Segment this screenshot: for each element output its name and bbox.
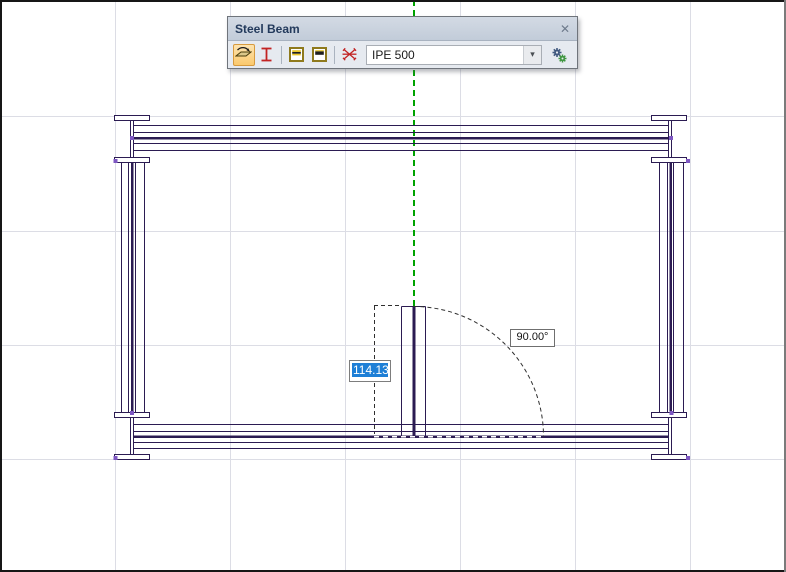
chevron-down-icon[interactable]: ▾ (523, 46, 541, 64)
split-beam-button[interactable] (339, 44, 361, 66)
new-beam-preview[interactable] (402, 307, 426, 439)
i-beam-icon (258, 46, 275, 63)
draw-beam-button[interactable] (233, 44, 255, 66)
angle-arc (414, 307, 544, 437)
profile-value: IPE 500 (367, 48, 523, 62)
beam-draw-icon (235, 46, 252, 63)
steel-beam-toolbar: Steel Beam ✕ (227, 16, 578, 69)
justify-frame-button[interactable] (309, 44, 331, 66)
close-icon[interactable]: ✕ (560, 23, 570, 35)
steel-beam-right[interactable] (660, 163, 684, 413)
toolbar-separator (281, 46, 282, 64)
steel-beam-top[interactable] (133, 126, 669, 151)
gears-icon (549, 46, 569, 64)
grid-lines (2, 2, 784, 570)
settings-button[interactable] (548, 44, 570, 66)
split-icon (341, 46, 358, 63)
drawing-canvas[interactable] (0, 0, 786, 572)
justify-top-icon (288, 46, 305, 63)
justify-top-button[interactable] (286, 44, 308, 66)
toolbar-title: Steel Beam (235, 22, 300, 36)
beam-section-button[interactable] (256, 44, 278, 66)
angle-label[interactable]: 90.00° (510, 329, 555, 347)
window-border-left (0, 0, 2, 572)
dimension-input[interactable]: 114.13 (349, 360, 391, 382)
toolbar-body: IPE 500 ▾ (228, 41, 577, 68)
justify-frame-icon (311, 46, 328, 63)
window-border-top (0, 0, 786, 2)
construction-lines (374, 306, 544, 437)
dimension-value: 114.13 (352, 363, 388, 377)
steel-beam-left[interactable] (122, 163, 145, 413)
cad-application-window: 114.13 90.00° Steel Beam ✕ (0, 0, 786, 572)
toolbar-titlebar[interactable]: Steel Beam ✕ (228, 17, 577, 41)
profile-select[interactable]: IPE 500 ▾ (366, 45, 542, 65)
toolbar-separator (334, 46, 335, 64)
